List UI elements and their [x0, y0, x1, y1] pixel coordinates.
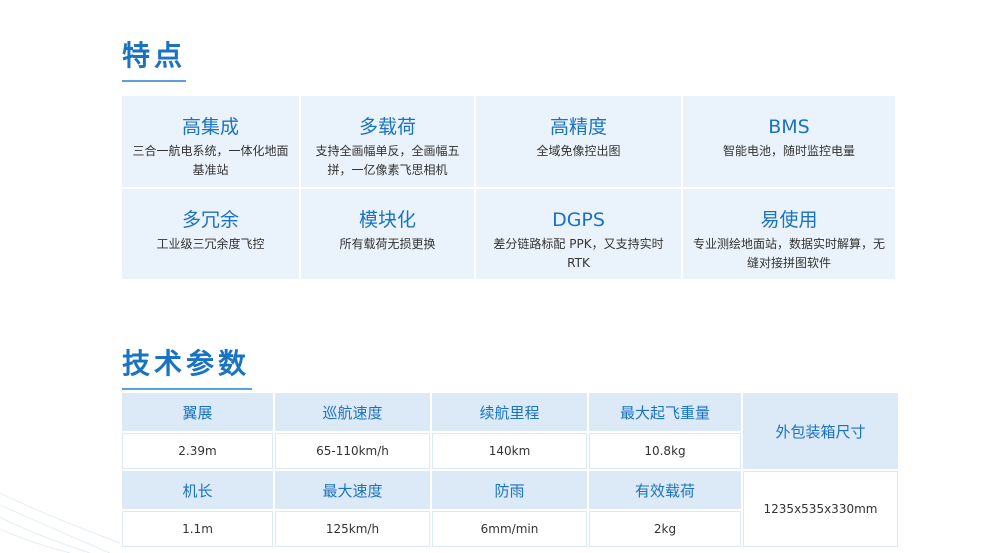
- spec-value: 2.39m: [122, 433, 273, 469]
- spec-value: 125km/h: [275, 511, 430, 547]
- spec-value-package-size: 1235x535x330mm: [743, 471, 898, 547]
- feature-description: 所有载荷无损更换: [339, 237, 436, 251]
- feature-title: 模块化: [358, 209, 416, 231]
- specs-title-underline: [122, 388, 252, 390]
- feature-description: 智能电池，随时监控电量: [722, 144, 855, 158]
- decorative-wave-lines: [0, 492, 120, 553]
- feature-card-precision: 高精度 全域免像控出图: [476, 96, 681, 187]
- feature-card-integration: 高集成 三合一航电系统，一体化地面基准站: [122, 96, 299, 187]
- feature-description: 全域免像控出图: [536, 144, 621, 158]
- feature-title: 高精度: [549, 116, 607, 138]
- specs-section-title: 技术参数: [122, 342, 252, 390]
- spec-header: 有效载荷: [589, 471, 741, 509]
- feature-title: 多载荷: [358, 116, 416, 138]
- spec-header: 机长: [122, 471, 273, 509]
- spec-header: 防雨: [432, 471, 587, 509]
- feature-description: 工业级三冗余度飞控: [156, 237, 265, 251]
- feature-description: 支持全画幅单反，全画幅五拼，一亿像素飞思相机: [315, 144, 460, 177]
- feature-card-payload: 多载荷 支持全画幅单反，全画幅五拼，一亿像素飞思相机: [301, 96, 474, 187]
- features-title-underline: [122, 80, 186, 82]
- spec-value: 1.1m: [122, 511, 273, 547]
- feature-description: 差分链路标配 PPK，又支持实时 RTK: [493, 237, 664, 270]
- feature-description: 三合一航电系统，一体化地面基准站: [132, 144, 289, 177]
- feature-card-redundancy: 多冗余 工业级三冗余度飞控: [122, 189, 299, 279]
- features-title-text: 特点: [122, 39, 187, 72]
- feature-title: 多冗余: [181, 209, 239, 231]
- spec-header-package-size: 外包装箱尺寸: [743, 393, 898, 469]
- feature-card-dgps: DGPS 差分链路标配 PPK，又支持实时 RTK: [476, 189, 681, 279]
- feature-card-modular: 模块化 所有载荷无损更换: [301, 189, 474, 279]
- spec-header: 巡航速度: [275, 393, 430, 431]
- spec-header: 续航里程: [432, 393, 587, 431]
- feature-title: DGPS: [552, 209, 605, 231]
- feature-title: BMS: [768, 116, 810, 138]
- feature-card-ease-of-use: 易使用 专业测绘地面站，数据实时解算，无缝对接拼图软件: [683, 189, 895, 279]
- feature-title: 易使用: [760, 209, 818, 231]
- spec-value: 140km: [432, 433, 587, 469]
- spec-value: 2kg: [589, 511, 741, 547]
- features-section-title: 特点: [122, 34, 186, 82]
- feature-description: 专业测绘地面站，数据实时解算，无缝对接拼图软件: [693, 237, 886, 270]
- feature-card-bms: BMS 智能电池，随时监控电量: [683, 96, 895, 187]
- spec-value: 65-110km/h: [275, 433, 430, 469]
- specs-title-text: 技术参数: [122, 347, 251, 380]
- specs-table: 翼展 巡航速度 续航里程 最大起飞重量 外包装箱尺寸 2.39m 65-110k…: [122, 393, 898, 547]
- spec-value: 10.8kg: [589, 433, 741, 469]
- spec-header: 翼展: [122, 393, 273, 431]
- feature-title: 高集成: [181, 116, 239, 138]
- spec-value: 6mm/min: [432, 511, 587, 547]
- spec-header: 最大起飞重量: [589, 393, 741, 431]
- spec-header: 最大速度: [275, 471, 430, 509]
- features-grid: 高集成 三合一航电系统，一体化地面基准站 多载荷 支持全画幅单反，全画幅五拼，一…: [122, 96, 897, 279]
